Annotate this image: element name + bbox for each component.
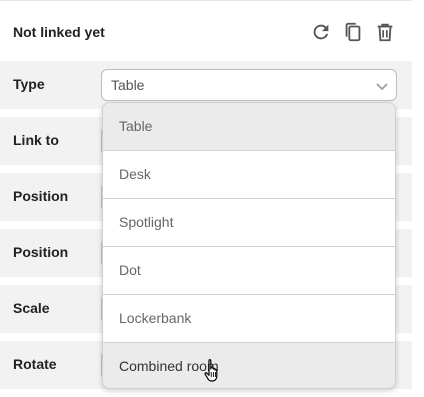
type-option-table[interactable]: Table xyxy=(103,103,395,151)
type-option-lockerbank[interactable]: Lockerbank xyxy=(103,295,395,343)
refresh-icon[interactable] xyxy=(310,21,332,43)
position-label: Position xyxy=(13,188,69,204)
copy-icon[interactable] xyxy=(342,21,364,43)
type-label: Type xyxy=(13,76,45,92)
properties-panel: Not linked yet Type Link to Position Pos… xyxy=(0,0,412,397)
panel-header: Not linked yet xyxy=(0,9,412,57)
delete-icon[interactable] xyxy=(374,21,396,43)
type-dropdown-menu: Table Desk Spotlight Dot Lockerbank Comb… xyxy=(102,102,396,389)
chevron-down-icon xyxy=(374,78,390,94)
type-option-spotlight[interactable]: Spotlight xyxy=(103,199,395,247)
rotate-label: Rotate xyxy=(13,356,57,372)
type-option-dot[interactable]: Dot xyxy=(103,247,395,295)
scale-label: Scale xyxy=(13,300,50,316)
type-option-combined-room[interactable]: Combined room xyxy=(103,343,395,388)
type-option-desk[interactable]: Desk xyxy=(103,151,395,199)
hand-cursor-icon xyxy=(203,358,223,384)
link-to-label: Link to xyxy=(13,132,59,148)
position-label-2: Position xyxy=(13,244,69,260)
scrollbar-track[interactable] xyxy=(412,0,424,396)
type-select[interactable]: Table xyxy=(101,69,397,101)
link-status-title: Not linked yet xyxy=(13,24,105,40)
type-select-value: Table xyxy=(111,77,145,93)
